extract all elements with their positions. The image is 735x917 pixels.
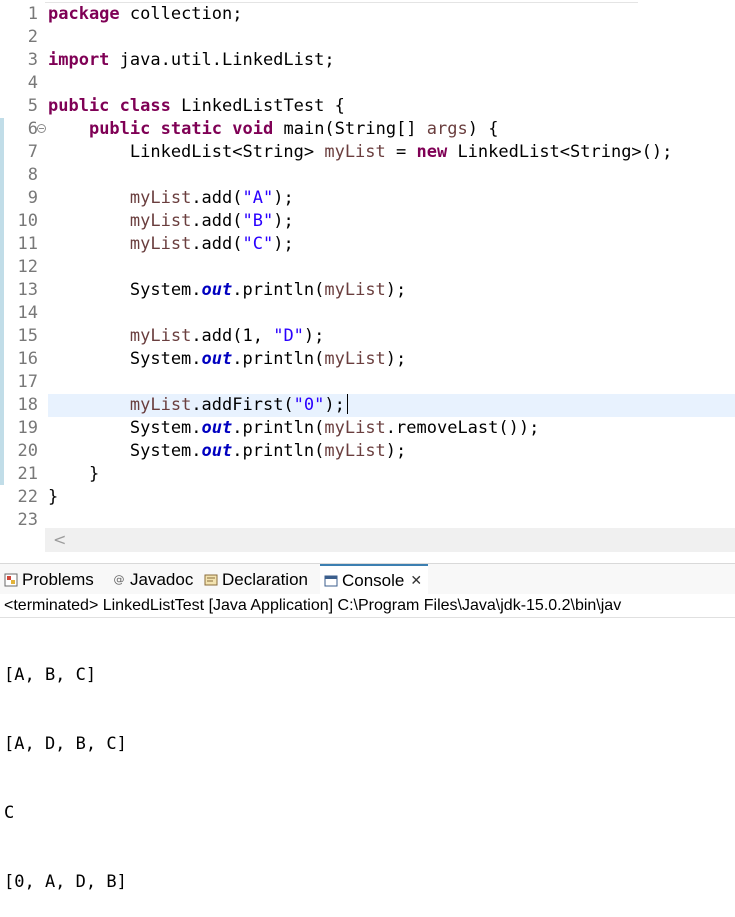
code-line[interactable]: 9 myList.add("A"); bbox=[0, 187, 735, 210]
line-number: 22 bbox=[17, 487, 38, 507]
code-text: System.out.println(myList.removeLast()); bbox=[48, 418, 540, 438]
code-line[interactable]: 7 LinkedList<String> myList = new Linked… bbox=[0, 141, 735, 164]
code-text: myList.add(1, "D"); bbox=[129, 326, 325, 346]
code-text: myList.add("B"); bbox=[129, 211, 294, 231]
code-line[interactable]: 5 public class LinkedListTest { bbox=[0, 95, 735, 118]
code-line[interactable]: 12 bbox=[0, 256, 735, 279]
code-line[interactable]: 14 bbox=[0, 302, 735, 325]
code-line[interactable]: 15 myList.add(1, "D"); bbox=[0, 325, 735, 348]
line-number: 23 bbox=[17, 510, 38, 530]
console-output[interactable]: [A, B, C] [A, D, B, C] C [0, A, D, B] bbox=[4, 618, 127, 917]
tab-label: Problems bbox=[22, 569, 94, 589]
line-number: 19 bbox=[17, 418, 38, 438]
code-line[interactable]: 2 bbox=[0, 26, 735, 49]
code-line[interactable]: 17 bbox=[0, 371, 735, 394]
console-line: C bbox=[4, 803, 15, 823]
code-text: public class LinkedListTest { bbox=[48, 96, 345, 116]
tab-declaration[interactable]: Declaration bbox=[204, 564, 308, 595]
code-text: import java.util.LinkedList; bbox=[48, 50, 335, 70]
code-line[interactable]: 11 myList.add("C"); bbox=[0, 233, 735, 256]
problems-icon bbox=[4, 573, 18, 587]
tab-console[interactable]: Console ✕ bbox=[320, 564, 429, 595]
code-line[interactable]: 6 public static void main(String[] args)… bbox=[0, 118, 735, 141]
code-line[interactable]: 20 System.out.println(myList); bbox=[0, 440, 735, 463]
horizontal-scrollbar[interactable]: < bbox=[45, 528, 735, 552]
code-line[interactable]: 8 bbox=[0, 164, 735, 187]
line-number: 17 bbox=[17, 372, 38, 392]
console-line: [A, D, B, C] bbox=[4, 734, 127, 754]
code-text: LinkedList<String> myList = new LinkedLi… bbox=[48, 142, 673, 162]
code-text: myList.addFirst("0"); bbox=[48, 394, 348, 417]
code-editor[interactable]: 1 package collection; 2 3 import java.util.L… bbox=[0, 0, 735, 530]
line-number: 10 bbox=[17, 211, 38, 231]
code-text: System.out.println(myList); bbox=[48, 280, 407, 300]
line-number: 3 bbox=[27, 50, 38, 70]
tab-label: Console bbox=[342, 570, 405, 590]
code-line[interactable]: 4 bbox=[0, 72, 735, 95]
code-line[interactable]: 18 myList.addFirst("0"); bbox=[0, 394, 735, 417]
tab-problems[interactable]: Problems bbox=[4, 564, 94, 595]
line-number: 6 bbox=[27, 119, 38, 139]
code-line[interactable]: 16 System.out.println(myList); bbox=[0, 348, 735, 371]
line-number: 5 bbox=[27, 96, 38, 116]
console-status: <terminated> LinkedListTest [Java Applic… bbox=[0, 594, 735, 618]
line-number: 7 bbox=[27, 142, 38, 162]
line-number: 18 bbox=[17, 395, 38, 415]
code-text: myList.add("A"); bbox=[129, 188, 294, 208]
code-line[interactable]: 10 myList.add("B"); bbox=[0, 210, 735, 233]
code-line[interactable]: 3 import java.util.LinkedList; bbox=[0, 49, 735, 72]
line-number: 16 bbox=[17, 349, 38, 369]
line-number: 2 bbox=[27, 27, 38, 47]
line-number: 13 bbox=[17, 280, 38, 300]
code-text: myList.add("C"); bbox=[129, 234, 294, 254]
close-icon[interactable]: ✕ bbox=[410, 572, 422, 589]
code-text: public static void main(String[] args) { bbox=[88, 119, 499, 139]
tab-label: Declaration bbox=[222, 569, 308, 589]
line-number: 12 bbox=[17, 257, 38, 277]
code-line[interactable]: 13 System.out.println(myList); bbox=[0, 279, 735, 302]
tab-javadoc[interactable]: @ Javadoc bbox=[112, 564, 194, 595]
code-text: System.out.println(myList); bbox=[48, 441, 407, 461]
line-number: 15 bbox=[17, 326, 38, 346]
code-text: package collection; bbox=[48, 4, 243, 24]
console-icon bbox=[324, 574, 338, 588]
view-tab-bar: Problems @ Javadoc Declaration Console ✕ bbox=[0, 563, 735, 595]
code-line[interactable]: 19 System.out.println(myList.removeLast(… bbox=[0, 417, 735, 440]
code-line[interactable]: 1 package collection; bbox=[0, 3, 735, 26]
line-number: 14 bbox=[17, 303, 38, 323]
javadoc-icon: @ bbox=[113, 573, 125, 586]
code-text: } bbox=[48, 487, 59, 507]
line-number: 1 bbox=[27, 4, 38, 24]
tab-label: Javadoc bbox=[130, 569, 194, 589]
console-line: [A, B, C] bbox=[4, 665, 97, 685]
code-line[interactable]: 22} bbox=[0, 486, 735, 509]
declaration-icon bbox=[204, 573, 218, 587]
console-line: [0, A, D, B] bbox=[4, 872, 127, 892]
line-number: 21 bbox=[17, 464, 38, 484]
line-number: 8 bbox=[27, 165, 38, 185]
code-line[interactable]: 21 } bbox=[0, 463, 735, 486]
line-number: 20 bbox=[17, 441, 38, 461]
line-number: 11 bbox=[17, 234, 38, 254]
line-number: 4 bbox=[27, 73, 38, 93]
code-text: System.out.println(myList); bbox=[48, 349, 407, 369]
scroll-left-icon[interactable]: < bbox=[53, 528, 66, 552]
code-text: } bbox=[48, 464, 100, 484]
line-number: 9 bbox=[27, 188, 38, 208]
fold-collapse-icon[interactable] bbox=[37, 124, 46, 133]
